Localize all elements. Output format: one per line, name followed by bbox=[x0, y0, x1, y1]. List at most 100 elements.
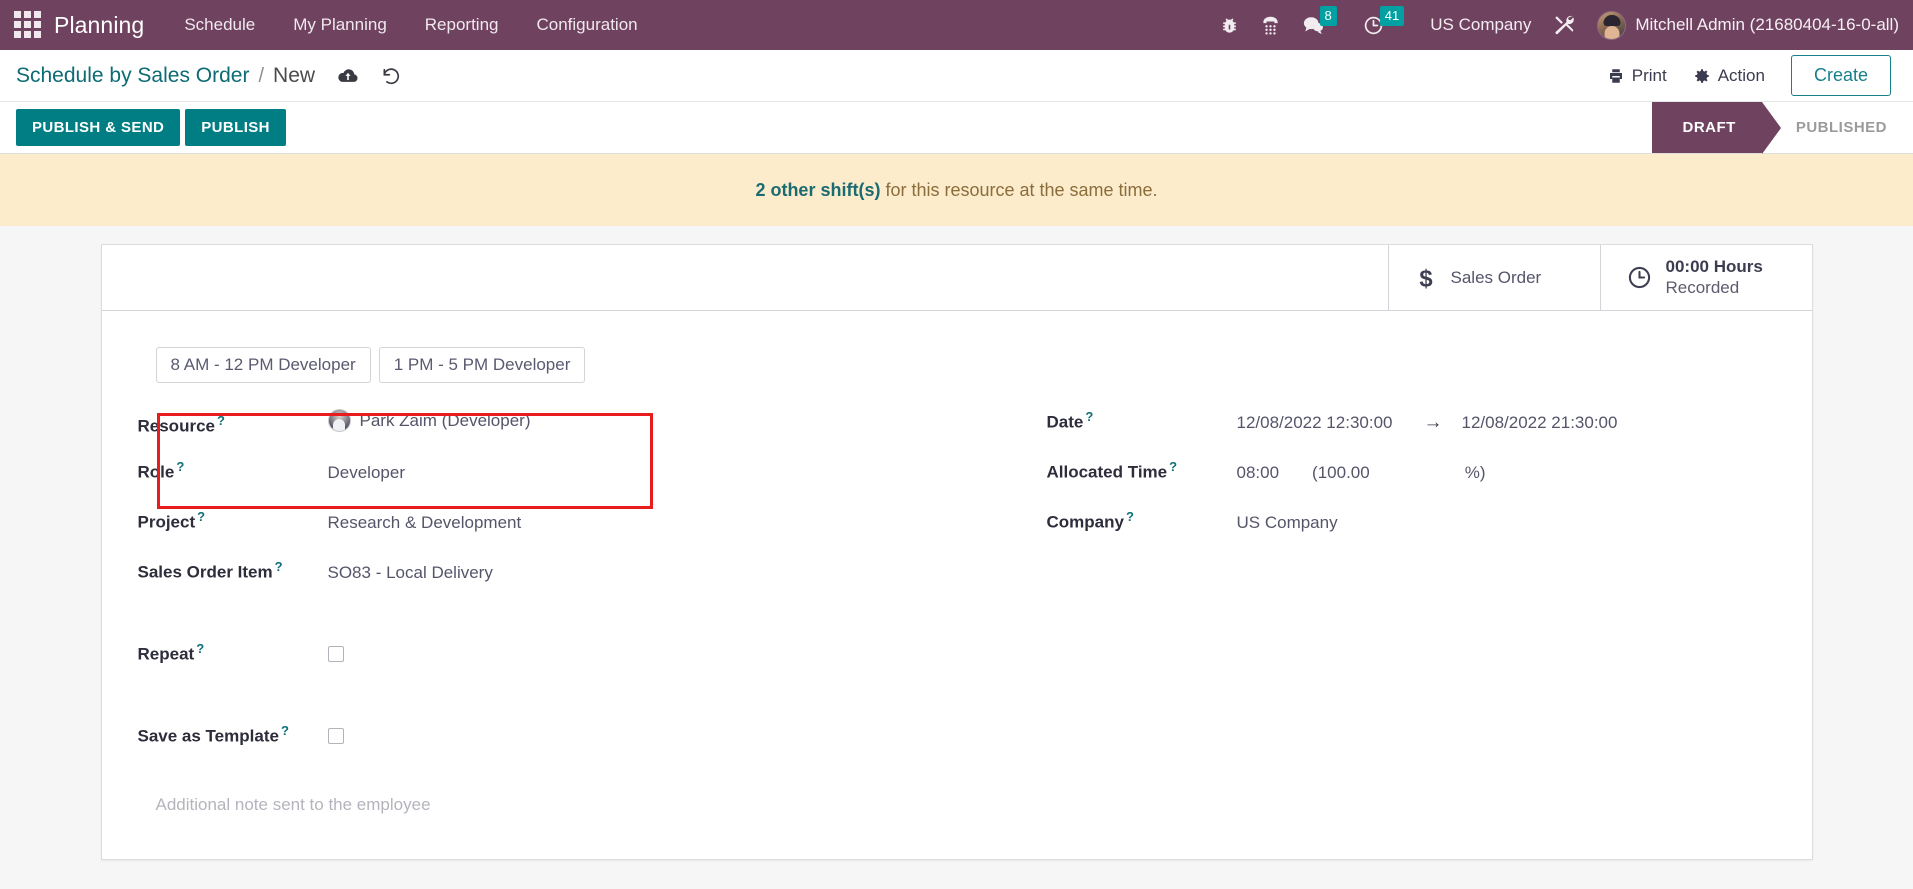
messages-badge: 8 bbox=[1319, 6, 1337, 26]
gear-icon bbox=[1694, 68, 1709, 83]
help-tooltip-icon[interactable]: ? bbox=[1126, 509, 1134, 524]
date-end-input[interactable]: 12/08/2022 21:30:00 bbox=[1461, 413, 1617, 433]
form-right-column: Date? 12/08/2022 12:30:00 → 12/08/2022 2… bbox=[957, 409, 1776, 773]
repeat-label: Repeat? bbox=[137, 641, 205, 664]
field-row-resource: Resource? Park Zaim (Developer) bbox=[138, 409, 927, 459]
bug-icon[interactable] bbox=[1220, 16, 1239, 35]
resource-avatar bbox=[327, 409, 351, 432]
field-row-allocated-time: Allocated Time? 08:00 (100.00 %) bbox=[1047, 459, 1746, 509]
help-tooltip-icon[interactable]: ? bbox=[1085, 409, 1093, 424]
save-as-template-checkbox[interactable] bbox=[327, 727, 344, 744]
activities-clock-icon[interactable]: 41 bbox=[1363, 6, 1408, 36]
control-panel-right-actions: Print Action Create bbox=[1607, 55, 1891, 96]
allocated-percent-input[interactable]: (100.00 bbox=[1312, 463, 1370, 483]
field-row-repeat: Repeat? bbox=[138, 641, 927, 691]
field-row-date: Date? 12/08/2022 12:30:00 → 12/08/2022 2… bbox=[1047, 409, 1746, 459]
main-menu: Schedule My Planning Reporting Configura… bbox=[184, 15, 637, 35]
top-navbar: Planning Schedule My Planning Reporting … bbox=[0, 0, 1913, 50]
breadcrumb-root-link[interactable]: Schedule by Sales Order bbox=[16, 64, 249, 88]
shift-template-buttons: 8 AM - 12 PM Developer 1 PM - 5 PM Devel… bbox=[155, 347, 1776, 383]
breadcrumb-current-record: New bbox=[273, 63, 316, 87]
allocated-percent-suffix: %) bbox=[1464, 462, 1486, 482]
alert-message-text: for this resource at the same time. bbox=[885, 179, 1158, 200]
help-tooltip-icon[interactable]: ? bbox=[217, 413, 225, 428]
messages-icon[interactable]: 8 bbox=[1302, 6, 1341, 35]
action-label: Action bbox=[1717, 65, 1765, 85]
stage-draft[interactable]: DRAFT bbox=[1652, 102, 1782, 154]
menu-item-my-planning[interactable]: My Planning bbox=[293, 15, 387, 35]
template-8am-12pm-developer[interactable]: 8 AM - 12 PM Developer bbox=[155, 347, 371, 383]
allocated-time-label: Allocated Time? bbox=[1046, 459, 1178, 482]
stat-button-row: $ Sales Order 00:00 Hours Recorded bbox=[101, 245, 1812, 311]
create-button[interactable]: Create bbox=[1790, 55, 1891, 96]
stage-statusbar: DRAFT PUBLISHED bbox=[1652, 102, 1913, 154]
role-label: Role? bbox=[137, 459, 185, 482]
action-button[interactable]: Action bbox=[1693, 66, 1765, 86]
help-tooltip-icon[interactable]: ? bbox=[275, 559, 283, 574]
tools-icon[interactable] bbox=[1553, 14, 1575, 36]
menu-item-reporting[interactable]: Reporting bbox=[425, 15, 499, 35]
project-label: Project? bbox=[137, 509, 206, 532]
sales-order-item-value[interactable]: SO83 - Local Delivery bbox=[328, 563, 493, 583]
apps-grid-icon[interactable] bbox=[14, 11, 42, 39]
hours-recorded-stat[interactable]: 00:00 Hours Recorded bbox=[1599, 245, 1812, 310]
user-menu[interactable]: Mitchell Admin (21680404-16-0-all) bbox=[1597, 10, 1899, 40]
form-body: 8 AM - 12 PM Developer 1 PM - 5 PM Devel… bbox=[102, 311, 1812, 859]
field-row-company: Company? US Company bbox=[1047, 509, 1746, 559]
printer-icon bbox=[1609, 68, 1622, 83]
role-value[interactable]: Developer bbox=[328, 463, 406, 483]
help-tooltip-icon[interactable]: ? bbox=[281, 723, 289, 738]
date-label: Date? bbox=[1046, 409, 1094, 432]
cloud-upload-save-icon[interactable] bbox=[337, 67, 359, 85]
other-shifts-link[interactable]: 2 other shift(s) bbox=[755, 180, 880, 201]
publish-and-send-button[interactable]: PUBLISH & SEND bbox=[16, 109, 181, 146]
template-1pm-5pm-developer[interactable]: 1 PM - 5 PM Developer bbox=[378, 347, 586, 383]
allocated-time-value-group: 08:00 (100.00 %) bbox=[1237, 463, 1486, 483]
sales-order-stat[interactable]: $ Sales Order bbox=[1387, 245, 1600, 310]
field-row-save-as-template: Save as Template? bbox=[138, 723, 927, 773]
conflict-alert-banner: 2 other shift(s) for this resource at th… bbox=[0, 154, 1913, 226]
user-name-label: Mitchell Admin (21680404-16-0-all) bbox=[1635, 15, 1899, 34]
hours-recorded-label: Recorded bbox=[1665, 277, 1740, 297]
breadcrumb-separator: / bbox=[258, 64, 265, 87]
form-left-column: Resource? Park Zaim (Developer) Role? De… bbox=[138, 409, 957, 773]
field-row-role: Role? Developer bbox=[138, 459, 927, 509]
navbar-systray: 8 41 US Company Mitchell Admin (21680404… bbox=[1220, 6, 1899, 40]
form-sheet-background: $ Sales Order 00:00 Hours Recorded 8 AM … bbox=[0, 226, 1913, 889]
menu-item-schedule[interactable]: Schedule bbox=[184, 15, 255, 35]
activities-badge: 41 bbox=[1379, 6, 1405, 26]
sales-order-item-label: Sales Order Item? bbox=[137, 559, 283, 582]
resource-value[interactable]: Park Zaim (Developer) bbox=[327, 409, 531, 432]
allocated-hours-input[interactable]: 08:00 bbox=[1237, 463, 1280, 483]
dollar-icon: $ bbox=[1415, 265, 1437, 290]
control-panel-breadcrumb-bar: Schedule by Sales Order / New Print Acti… bbox=[0, 50, 1913, 102]
help-tooltip-icon[interactable]: ? bbox=[176, 459, 184, 474]
breadcrumb: Schedule by Sales Order / New bbox=[16, 64, 315, 88]
undo-discard-icon[interactable] bbox=[381, 66, 401, 86]
help-tooltip-icon[interactable]: ? bbox=[1169, 459, 1177, 474]
resource-label: Resource? bbox=[137, 413, 225, 436]
stage-published[interactable]: PUBLISHED bbox=[1762, 102, 1913, 153]
form-statusbar: PUBLISH & SEND PUBLISH DRAFT PUBLISHED bbox=[0, 102, 1913, 154]
field-row-project: Project? Research & Development bbox=[138, 509, 927, 559]
company-value[interactable]: US Company bbox=[1237, 513, 1338, 533]
help-tooltip-icon[interactable]: ? bbox=[196, 641, 204, 656]
menu-item-configuration[interactable]: Configuration bbox=[537, 15, 638, 35]
help-tooltip-icon[interactable]: ? bbox=[197, 509, 205, 524]
current-company[interactable]: US Company bbox=[1430, 15, 1531, 35]
resource-name: Park Zaim (Developer) bbox=[359, 410, 531, 430]
form-sheet: $ Sales Order 00:00 Hours Recorded 8 AM … bbox=[100, 244, 1813, 860]
form-columns: Resource? Park Zaim (Developer) Role? De… bbox=[138, 409, 1776, 773]
note-placeholder-field[interactable]: Additional note sent to the employee bbox=[156, 795, 1776, 815]
date-start-input[interactable]: 12/08/2022 12:30:00 bbox=[1237, 413, 1393, 433]
svg-text:$: $ bbox=[1419, 265, 1432, 290]
dialpad-icon[interactable] bbox=[1261, 15, 1280, 36]
sales-order-stat-label: Sales Order bbox=[1450, 267, 1542, 287]
project-value[interactable]: Research & Development bbox=[328, 513, 522, 533]
date-range-value: 12/08/2022 12:30:00 → 12/08/2022 21:30:0… bbox=[1237, 412, 1618, 434]
print-button[interactable]: Print bbox=[1607, 66, 1667, 86]
field-row-sales-order-item: Sales Order Item? SO83 - Local Delivery bbox=[138, 559, 927, 609]
publish-button[interactable]: PUBLISH bbox=[185, 109, 286, 146]
app-brand-planning[interactable]: Planning bbox=[54, 12, 144, 39]
repeat-checkbox[interactable] bbox=[327, 645, 344, 662]
